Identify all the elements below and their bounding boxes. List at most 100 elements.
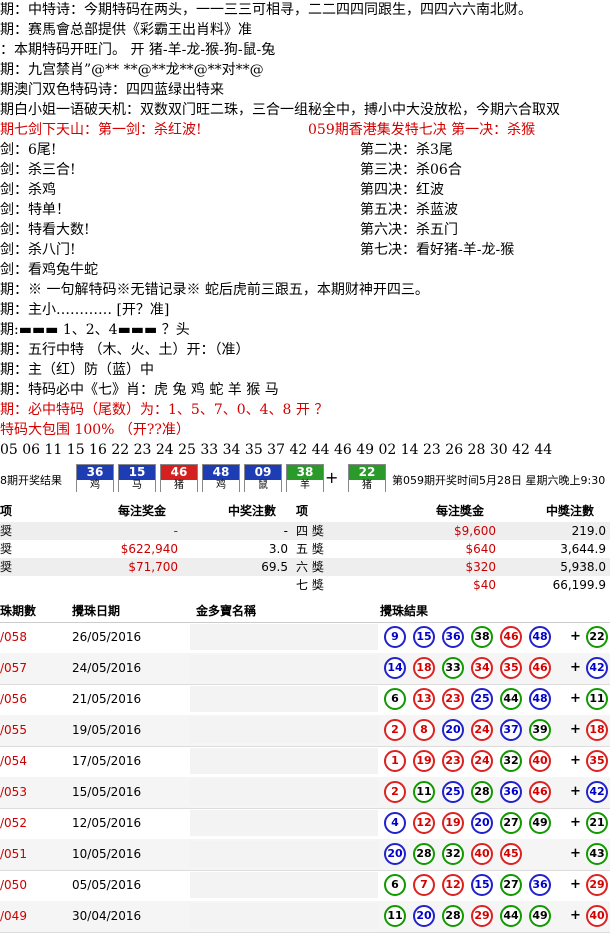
result-plus: + <box>570 846 581 861</box>
result-ball: 28 <box>413 843 435 865</box>
swords-header-right: 059期香港集发特七决 第一决：杀猴 <box>308 122 536 138</box>
ribbon-ball: 09 鼠 <box>244 464 282 492</box>
ribbon-ball: 15 马 <box>118 464 156 492</box>
prediction-line: 05 06 11 15 16 22 23 24 25 33 34 35 37 4… <box>0 442 553 458</box>
history-row: /052 12/05/2016 4 12 19 20 27 49 +21 <box>0 808 610 840</box>
result-plus: + <box>570 722 581 737</box>
draw-name <box>190 686 378 712</box>
prize-h1: 每注奖金 <box>118 504 167 518</box>
result-ball: 48 <box>529 626 551 648</box>
result-ball: 13 <box>413 688 435 710</box>
result-ball: 28 <box>442 905 464 927</box>
draw-name <box>190 748 378 774</box>
result-ball: 15 <box>413 626 435 648</box>
sword-right: 第四决：红波 <box>360 182 444 198</box>
draw-id: /054 <box>0 754 27 768</box>
result-ball: 36 <box>500 781 522 803</box>
prediction-line: 期：特码必中《七》肖：虎 兔 鸡 蛇 羊 猴 马 <box>0 382 279 398</box>
history-h0: 珠期數 <box>0 604 37 618</box>
prize-h2: 中奖注數 <box>228 504 277 518</box>
result-ball: 37 <box>500 719 522 741</box>
draw-id: /053 <box>0 785 27 799</box>
result-ball: 6 <box>384 874 406 896</box>
prize-h4: 每注獎金 <box>436 504 485 518</box>
prize-cell-e: $9,600 <box>454 524 496 538</box>
history-h3: 攪珠結果 <box>380 604 429 618</box>
result-ball: 20 <box>413 905 435 927</box>
result-ball: 46 <box>529 781 551 803</box>
history-row: /053 15/05/2016 2 11 25 28 36 46 +42 <box>0 777 610 809</box>
result-ball: 32 <box>442 843 464 865</box>
prize-row: 奨--四 獎 $9,600 219.0 <box>0 522 610 540</box>
ribbon-label: 8期开奖结果 <box>0 474 62 487</box>
ribbon-ball-zodiac: 鼠 <box>245 480 281 492</box>
ribbon-ball-num: 48 <box>203 465 239 480</box>
result-ball: 2 <box>384 719 406 741</box>
result-ball: 18 <box>413 657 435 679</box>
prize-cell-f: 5,938.0 <box>560 560 606 574</box>
prize-cell-b: $71,700 <box>128 560 178 574</box>
result-plus: + <box>570 691 581 706</box>
history-row: /058 26/05/2016 9 15 36 38 46 48 +22 <box>0 622 610 654</box>
sword-left: 剑：杀三合! <box>0 162 76 178</box>
result-ball: 9 <box>384 626 406 648</box>
result-ball: 19 <box>442 812 464 834</box>
result-ball: 23 <box>442 688 464 710</box>
sword-right: 第三决：杀06合 <box>360 162 462 178</box>
draw-date: 12/05/2016 <box>72 816 142 830</box>
intro-line: 期：九宫禁肖”@** **@**龙**@**对**@ <box>0 62 264 78</box>
result-ball: 44 <box>500 688 522 710</box>
swords-header-left: 期七剑下天山：第一剑：杀红波! <box>0 122 202 138</box>
ribbon-ball-num: 38 <box>287 465 323 480</box>
prize-row: 七 獎 $40 66,199.9 <box>0 576 610 594</box>
special-ball: 42 <box>586 781 608 803</box>
ribbon-ball-num: 15 <box>119 465 155 480</box>
result-ball: 27 <box>500 812 522 834</box>
prize-h0: 项 <box>0 504 13 518</box>
prediction-line: 期：五行中特 （木、火、土）开：（准） <box>0 342 250 358</box>
history-row: /056 21/05/2016 6 13 23 25 44 48 +11 <box>0 684 610 716</box>
result-plus: + <box>570 908 581 923</box>
ribbon-ball-zodiac: 鸡 <box>203 480 239 492</box>
prize-cell-a: 奨 <box>0 560 13 574</box>
ribbon-ball-num: 46 <box>161 465 197 480</box>
prediction-line: 期：※ 一句解特码※无错记录※ 蛇后虎前三跟五，本期财神开四三。 <box>0 282 429 298</box>
prize-cell-b: $622,940 <box>120 542 178 556</box>
sword-left: 剑：杀八门! <box>0 242 76 258</box>
result-ball: 4 <box>384 812 406 834</box>
draw-name <box>190 779 378 805</box>
result-ball: 12 <box>413 812 435 834</box>
sword-right: 第七决：看好猪-羊-龙-猴 <box>360 242 515 258</box>
draw-name <box>190 624 378 650</box>
result-ball: 40 <box>529 750 551 772</box>
history-row: /055 19/05/2016 2 8 20 24 37 39 +18 <box>0 715 610 747</box>
result-ball: 44 <box>500 905 522 927</box>
prize-row: 奨 $622,940 3.0 五 獎 $640 3,644.9 <box>0 540 610 558</box>
history-h1: 攪珠日期 <box>72 604 121 618</box>
prize-cell-f: 66,199.9 <box>552 578 606 592</box>
draw-id: /055 <box>0 723 27 737</box>
prediction-line: 特码大包围 100% （开??准） <box>0 422 190 438</box>
result-ball: 1 <box>384 750 406 772</box>
ribbon-ball: 48 鸡 <box>202 464 240 492</box>
draw-name <box>190 717 378 743</box>
special-ball: 29 <box>586 874 608 896</box>
sword-left: 剑：特单！ <box>0 202 70 218</box>
result-plus: + <box>570 660 581 675</box>
ribbon-ball-num: 09 <box>245 465 281 480</box>
result-ball: 38 <box>471 626 493 648</box>
prediction-line: 期：主（红）防（蓝）中 <box>0 362 154 378</box>
sword-left: 剑：6尾! <box>0 142 57 158</box>
intro-line: ：本期特码开旺门。 开 猪-羊-龙-猴-狗-鼠-兔 <box>0 42 276 58</box>
draw-id: /050 <box>0 878 27 892</box>
prize-cell-e: $40 <box>473 578 496 592</box>
result-ball: 46 <box>500 626 522 648</box>
result-ball: 20 <box>471 812 493 834</box>
result-plus: + <box>570 877 581 892</box>
history-row: /051 10/05/2016 20 28 32 40 45 +43 <box>0 839 610 871</box>
draw-date: 10/05/2016 <box>72 847 142 861</box>
history-row: /057 24/05/2016 14 18 33 34 35 46 +42 <box>0 653 610 685</box>
sword-left: 剑：杀鸡 <box>0 182 56 198</box>
special-num: 22 <box>349 465 385 480</box>
result-ball: 36 <box>529 874 551 896</box>
